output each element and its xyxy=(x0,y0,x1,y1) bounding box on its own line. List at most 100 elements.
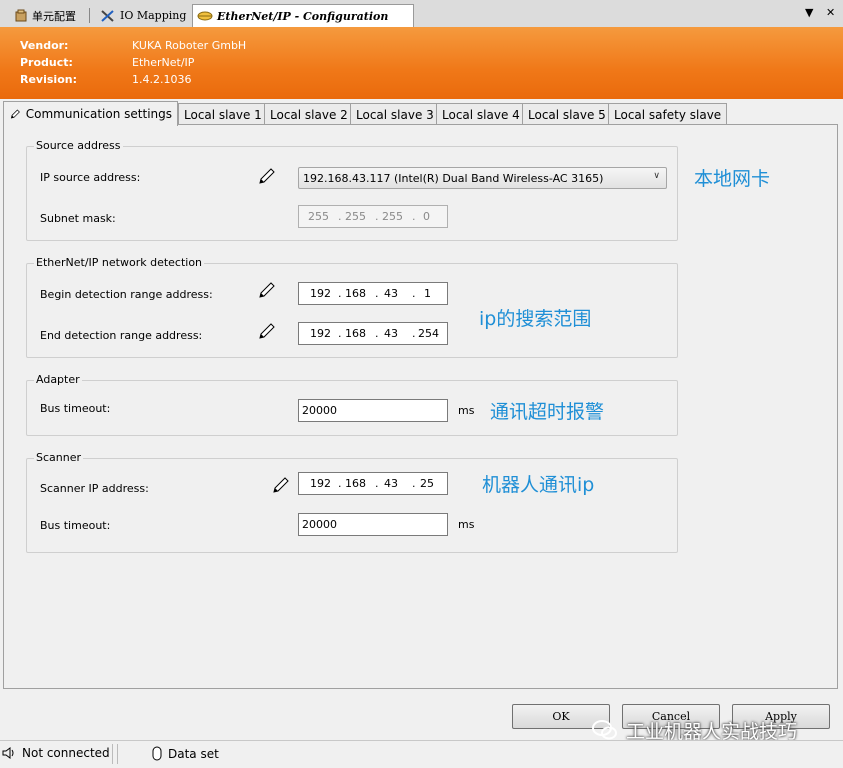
tab-label: Communication settings xyxy=(25,107,172,121)
end-range-ip-field[interactable]: 192 . 168 . 43 . 254 xyxy=(298,322,448,345)
connection-status-text: Not connected xyxy=(22,746,110,760)
tab-local-slave-5[interactable]: Local slave 5 xyxy=(522,103,612,125)
end-range-label: End detection range address: xyxy=(40,329,203,342)
revision-row: Revision: 1.4.2.1036 xyxy=(20,73,191,88)
doc-tab-label: 单元配置 xyxy=(32,9,76,23)
octet-2: 168 xyxy=(345,287,366,300)
product-row: Product: EtherNet/IP xyxy=(20,56,194,71)
octet-2: 168 xyxy=(345,477,366,490)
octet-1: 192 xyxy=(310,287,331,300)
ip-source-address-select[interactable]: 192.168.43.117 (Intel(R) Dual Band Wirel… xyxy=(298,167,667,189)
scanner-timeout-unit: ms xyxy=(458,518,475,531)
product-value: EtherNet/IP xyxy=(132,56,195,69)
octet-dot: . xyxy=(412,477,416,490)
status-separator xyxy=(112,744,113,764)
vendor-label: Vendor: xyxy=(20,39,69,52)
octet-dot: . xyxy=(375,210,379,223)
tab-local-slave-4[interactable]: Local slave 4 xyxy=(436,103,526,125)
group-title: Source address xyxy=(34,139,123,152)
octet-1: 192 xyxy=(310,477,331,490)
tab-label: Local slave 2 xyxy=(270,107,348,122)
tab-list-dropdown-icon[interactable]: ▼ xyxy=(805,6,813,19)
adapter-timeout-unit: ms xyxy=(458,404,475,417)
tab-local-slave-3[interactable]: Local slave 3 xyxy=(350,103,440,125)
tab-local-slave-2[interactable]: Local slave 2 xyxy=(264,103,354,125)
octet-4: 1 xyxy=(424,287,431,300)
dataset-status-text: Data set xyxy=(168,746,219,761)
revision-label: Revision: xyxy=(20,73,77,86)
octet-1: 255 xyxy=(308,210,329,223)
octet-dot: . xyxy=(412,287,416,300)
octet-4: 0 xyxy=(423,210,430,223)
scanner-ip-address-label: Scanner IP address: xyxy=(40,482,149,495)
scanner-bus-timeout-input[interactable]: 20000 xyxy=(298,513,448,536)
settings-tab-strip: Communication settings Local slave 1 Loc… xyxy=(3,101,839,126)
annotation-robot-comm-ip: 机器人通讯ip xyxy=(482,474,595,496)
product-label: Product: xyxy=(20,56,73,69)
octet-dot: . xyxy=(375,327,379,340)
octet-3: 43 xyxy=(384,477,398,490)
scanner-bus-timeout-label: Bus timeout: xyxy=(40,519,111,532)
octet-dot: . xyxy=(412,210,416,223)
tab-label: Local slave 3 xyxy=(356,107,434,122)
octet-3: 43 xyxy=(384,327,398,340)
ethernet-ip-icon xyxy=(197,11,213,21)
pencil-icon[interactable] xyxy=(258,167,276,185)
doc-tab-io-mapping[interactable]: IO Mapping xyxy=(96,5,192,26)
tab-local-slave-1[interactable]: Local slave 1 xyxy=(178,103,268,125)
pencil-icon[interactable] xyxy=(272,476,290,494)
annotation-local-nic: 本地网卡 xyxy=(694,168,771,190)
octet-dot: . xyxy=(375,477,379,490)
octet-dot: . xyxy=(375,287,379,300)
doc-tab-label: IO Mapping xyxy=(120,9,187,22)
annotation-comm-timeout-alarm: 通讯超时报警 xyxy=(490,401,605,423)
close-icon[interactable]: ✕ xyxy=(826,6,835,19)
status-separator xyxy=(117,744,118,764)
pencil-icon[interactable] xyxy=(258,281,276,299)
vendor-value: KUKA Roboter GmbH xyxy=(132,39,247,52)
octet-dot: . xyxy=(338,477,342,490)
subnet-mask-field: 255 . 255 . 255 . 0 xyxy=(298,205,448,228)
group-title: EtherNet/IP network detection xyxy=(34,256,205,269)
begin-range-ip-field[interactable]: 192 . 168 . 43 . 1 xyxy=(298,282,448,305)
wechat-icon xyxy=(592,720,617,740)
octet-dot: . xyxy=(338,210,342,223)
octet-3: 43 xyxy=(384,287,398,300)
pencil-icon[interactable] xyxy=(258,322,276,340)
tab-label: Local slave 5 xyxy=(528,107,606,122)
ip-source-address-value: 192.168.43.117 (Intel(R) Dual Band Wirel… xyxy=(303,172,604,185)
octet-dot: . xyxy=(338,287,342,300)
dataset-status: Data set xyxy=(152,746,219,761)
octet-1: 192 xyxy=(310,327,331,340)
annotation-ip-search-range: ip的搜索范围 xyxy=(479,308,592,330)
scanner-ip-field[interactable]: 192 . 168 . 43 . 25 xyxy=(298,472,448,495)
octet-4: 25 xyxy=(420,477,434,490)
adapter-bus-timeout-label: Bus timeout: xyxy=(40,402,111,415)
chevron-down-icon: ∨ xyxy=(653,171,660,181)
tools-icon xyxy=(101,9,114,22)
octet-dot: . xyxy=(412,327,416,340)
cell-config-icon xyxy=(15,9,27,21)
group-title: Adapter xyxy=(34,373,82,386)
speaker-icon xyxy=(2,747,14,759)
tab-communication-settings[interactable]: Communication settings xyxy=(3,101,178,126)
document-tab-bar: 单元配置 IO Mapping EtherNet/IP - Configurat… xyxy=(0,0,843,28)
tab-local-safety-slave[interactable]: Local safety slave xyxy=(608,103,728,125)
tab-label: Local safety slave xyxy=(614,107,722,122)
revision-value: 1.4.2.1036 xyxy=(132,73,192,86)
doc-tab-label: EtherNet/IP - Configuration xyxy=(217,9,389,23)
begin-range-label: Begin detection range address: xyxy=(40,288,213,301)
octet-4: 254 xyxy=(418,327,439,340)
tab-label: Local slave 4 xyxy=(442,107,520,122)
connection-status: Not connected xyxy=(2,746,110,760)
doc-tab-ethernet-ip-config[interactable]: EtherNet/IP - Configuration xyxy=(192,4,414,27)
subnet-mask-label: Subnet mask: xyxy=(40,212,116,225)
octet-3: 255 xyxy=(382,210,403,223)
doc-tab-cell-config[interactable]: 单元配置 xyxy=(10,5,82,26)
adapter-bus-timeout-input[interactable]: 20000 xyxy=(298,399,448,422)
status-bar: Not connected Data set xyxy=(0,740,843,768)
database-icon xyxy=(152,746,162,761)
octet-2: 255 xyxy=(345,210,366,223)
vendor-row: Vendor: KUKA Roboter GmbH xyxy=(20,39,246,54)
ip-source-address-label: IP source address: xyxy=(40,171,141,184)
